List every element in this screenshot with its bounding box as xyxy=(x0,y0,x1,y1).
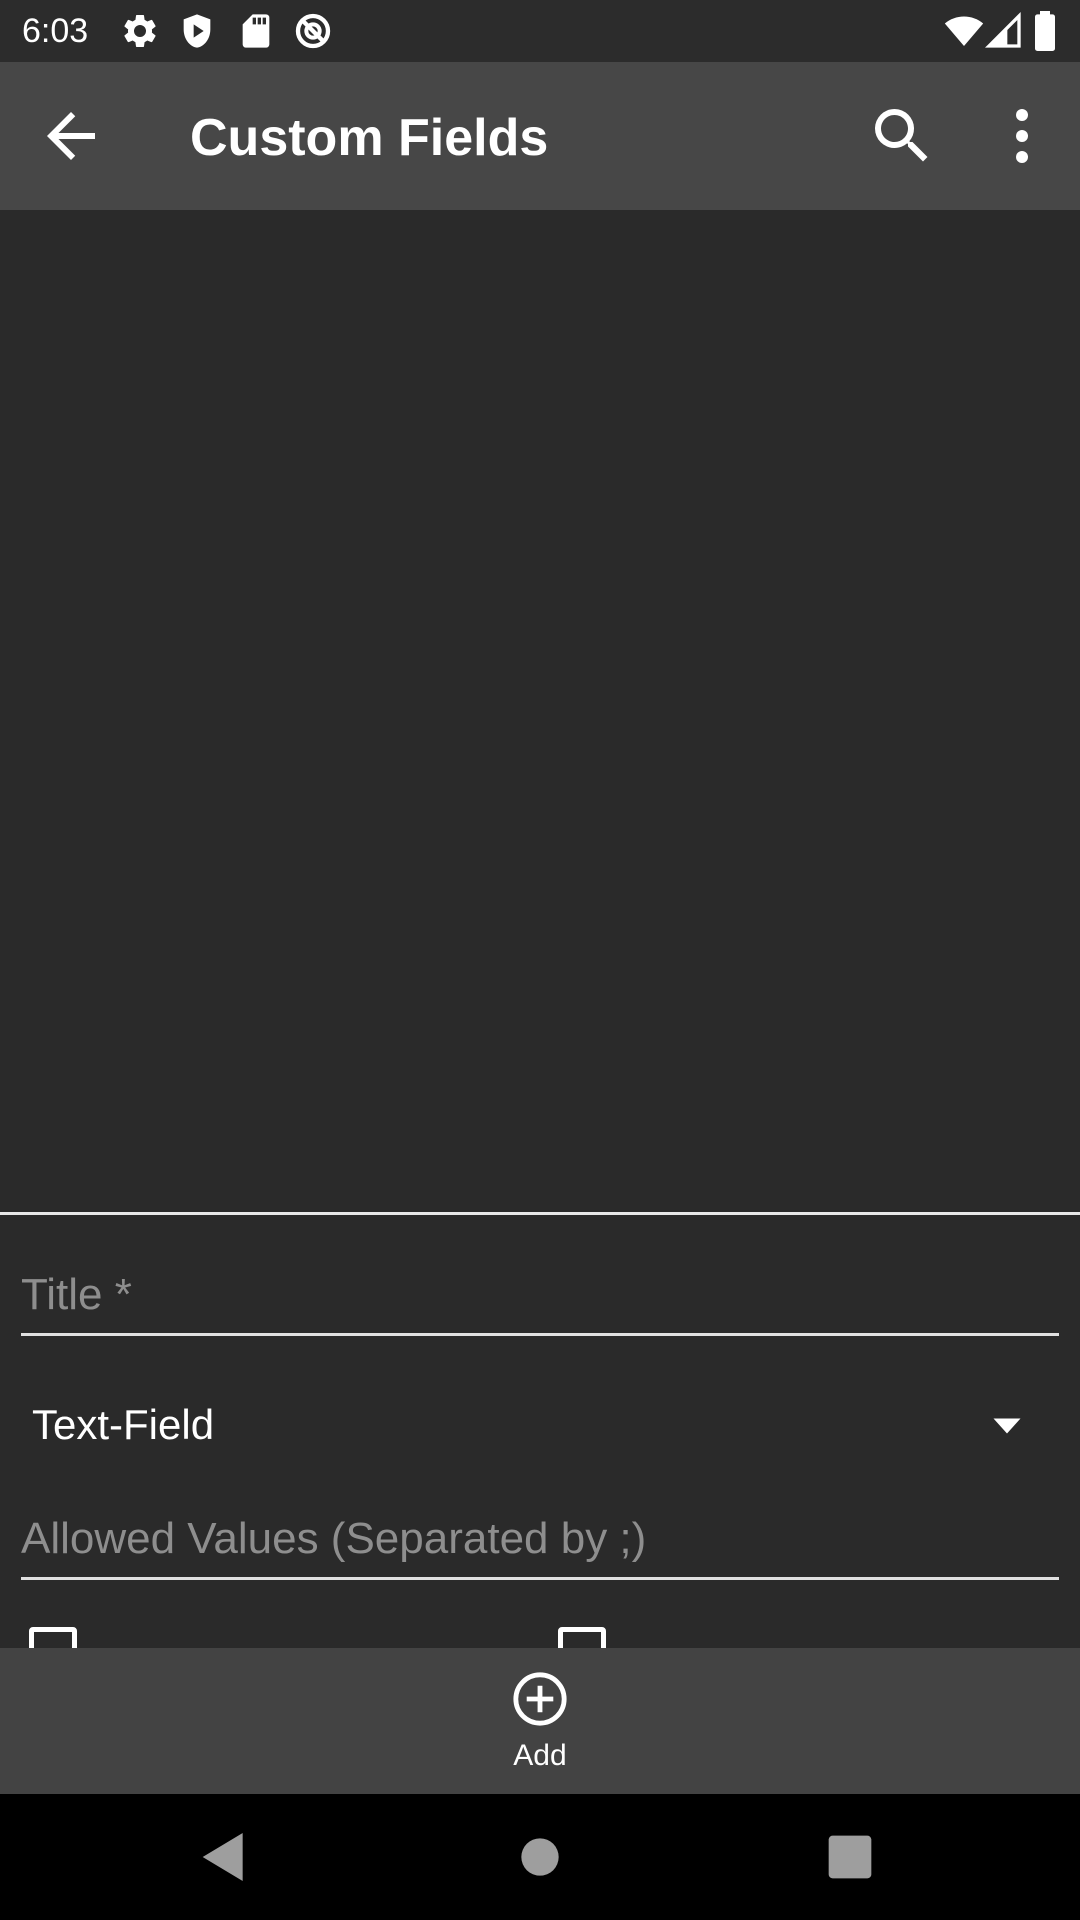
nav-home-button[interactable] xyxy=(508,1825,572,1889)
new-field-form: Text-Field xyxy=(0,1215,1080,1648)
status-bar: 6:03 xyxy=(0,0,1080,62)
checkbox-right[interactable] xyxy=(558,1627,606,1648)
back-arrow-icon xyxy=(47,112,95,160)
allowed-values-input[interactable] xyxy=(21,1500,1059,1577)
wifi-icon xyxy=(944,11,984,51)
dropdown-arrow-icon xyxy=(989,1408,1025,1444)
overflow-menu-icon xyxy=(1016,109,1028,163)
back-button[interactable] xyxy=(35,100,107,172)
search-button[interactable] xyxy=(866,100,938,172)
add-circle-icon xyxy=(511,1670,569,1728)
field-type-value: Text-Field xyxy=(32,1401,215,1448)
page-title: Custom Fields xyxy=(190,109,549,167)
sd-card-icon xyxy=(236,11,276,51)
allowed-values-field xyxy=(21,1500,1059,1580)
battery-icon xyxy=(1030,11,1060,51)
do-not-disturb-icon xyxy=(293,11,333,51)
title-input[interactable] xyxy=(21,1256,1059,1333)
field-type-spinner[interactable]: Text-Field xyxy=(21,1380,1059,1470)
add-label: Add xyxy=(513,1739,567,1772)
recents-square-icon xyxy=(828,1835,872,1879)
search-icon xyxy=(875,109,928,162)
title-field xyxy=(21,1256,1059,1336)
status-time: 6:03 xyxy=(22,12,89,50)
screen: 6:03 Custom Fields Title * Text-Field Al… xyxy=(0,0,1080,1920)
home-circle-icon xyxy=(521,1838,559,1876)
navigation-bar xyxy=(0,1794,1080,1920)
settings-icon xyxy=(120,11,160,51)
bottom-action-bar: Add xyxy=(0,1648,1080,1794)
back-triangle-icon xyxy=(202,1833,243,1881)
nav-back-button[interactable] xyxy=(192,1825,256,1889)
overflow-menu-button[interactable] xyxy=(986,100,1058,172)
nav-recents-button[interactable] xyxy=(818,1825,882,1889)
checkbox-left[interactable] xyxy=(29,1627,77,1648)
custom-fields-list xyxy=(0,210,1080,1212)
app-bar: Custom Fields xyxy=(0,62,1080,210)
shield-icon xyxy=(177,11,217,51)
add-button[interactable]: Add xyxy=(460,1648,620,1794)
cellular-signal-icon xyxy=(984,11,1024,51)
